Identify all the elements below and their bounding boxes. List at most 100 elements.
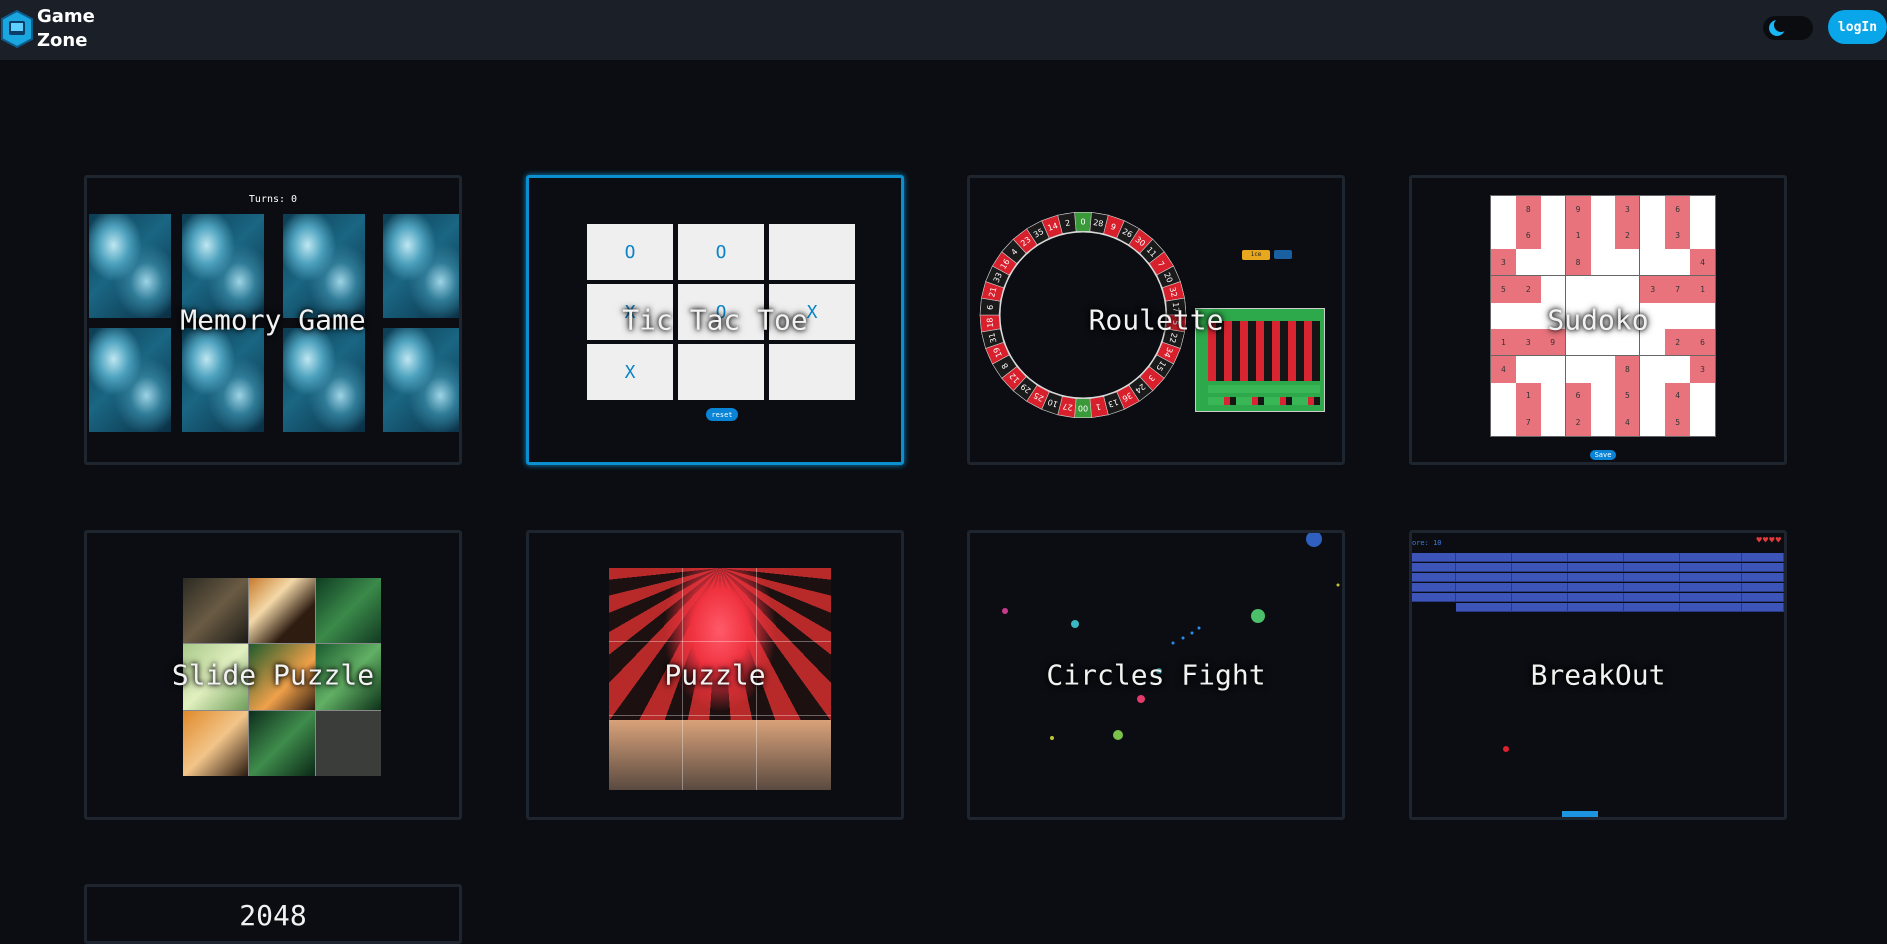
memory-card (182, 328, 264, 432)
breakout-paddle (1562, 811, 1598, 817)
brick (1456, 573, 1512, 582)
sudoku-cell (1541, 276, 1566, 303)
brick (1742, 573, 1784, 582)
wheel-number: 00 (1078, 404, 1088, 413)
sudoku-cell (1640, 409, 1665, 436)
sudoku-cell (1591, 303, 1616, 330)
game-card-slide-puzzle[interactable]: Slide Puzzle (84, 530, 462, 820)
game-card-puzzle[interactable]: Puzzle (526, 530, 904, 820)
sudoku-cell (1541, 382, 1566, 410)
game-card-circles-fight[interactable]: Circles Fight (967, 530, 1345, 820)
breakout-score: ore: 10 (1412, 539, 1442, 547)
sudoku-cell (1541, 409, 1566, 436)
sudoku-cell: 7 (1665, 276, 1691, 303)
sudoku-cell (1591, 409, 1616, 436)
sudoku-cell: 5 (1665, 409, 1691, 436)
brick (1412, 553, 1456, 562)
game-card-breakout[interactable]: ore: 10 ♥♥♥♥ BreakOut (1409, 530, 1787, 820)
sudoku-cell (1640, 329, 1666, 356)
memory-card (89, 328, 171, 432)
roulette-betting-table (1195, 308, 1325, 412)
save-button: Save (1590, 450, 1616, 460)
game-card-tictactoe[interactable]: O O X O X X reset Tic Tac Toe (526, 175, 904, 465)
brick (1512, 603, 1568, 612)
sudoku-cell: 5 (1615, 382, 1641, 410)
game-title: BreakOut (1530, 658, 1666, 692)
sudoku-cell (1566, 303, 1591, 330)
game-card-memory[interactable]: Turns: 0 Memory Game (84, 175, 462, 465)
memory-card (89, 214, 171, 318)
sudoku-cell (1665, 356, 1690, 383)
turns-counter: Turns: 0 (248, 194, 298, 205)
memory-card (383, 328, 459, 432)
sudoku-cell: 2 (1615, 222, 1641, 250)
slide-puzzle-board (183, 578, 381, 776)
brick (1680, 583, 1742, 592)
theme-toggle[interactable] (1763, 16, 1813, 40)
game-card-roulette[interactable]: 0 28 9 26 30 11 7 20 32 17 5 22 34 15 3 24 36 13 1 00 27 10 25… (967, 175, 1345, 465)
brick (1456, 603, 1512, 612)
sudoku-cell (1591, 196, 1616, 223)
brick (1624, 553, 1680, 562)
brick (1512, 573, 1568, 582)
brick (1568, 553, 1624, 562)
sudoku-cell: 2 (1565, 409, 1591, 436)
sudoku-cell: 8 (1615, 356, 1641, 383)
moon-icon (1769, 18, 1787, 36)
top-navbar: Game Zone logIn (0, 0, 1887, 60)
ttt-cell: X (587, 344, 673, 400)
game-card-2048-partial[interactable]: 2048 (84, 884, 462, 944)
brick (1512, 583, 1568, 592)
brick (1680, 603, 1742, 612)
memory-card (383, 214, 459, 318)
sudoku-cell (1640, 303, 1665, 330)
sudoku-cell (1640, 383, 1665, 410)
sudoku-cell: 4 (1665, 382, 1691, 410)
sudoku-cell (1591, 356, 1616, 383)
brick (1680, 563, 1742, 572)
sudoku-cell: 8 (1515, 196, 1541, 223)
brick (1680, 593, 1742, 602)
brick (1624, 593, 1680, 602)
brick (1568, 573, 1624, 582)
brick (1624, 583, 1680, 592)
sudoku-cell (1566, 356, 1591, 383)
game-card-sudoku[interactable]: 89366123384523711392648316547245 Save Su… (1409, 175, 1787, 465)
roulette-wheel: 0 28 9 263011720321752234153243613100271025… (979, 212, 1187, 418)
sudoku-cell: 4 (1690, 249, 1715, 276)
sudoku-cell (1541, 196, 1566, 223)
ttt-cell (769, 344, 855, 400)
ttt-cell (769, 224, 855, 280)
sudoku-cell: 9 (1540, 329, 1566, 356)
brick (1568, 563, 1624, 572)
sudoku-cell: 6 (1690, 329, 1715, 356)
sudoku-cell: 6 (1565, 382, 1591, 410)
brick (1456, 583, 1512, 592)
login-button[interactable]: logIn (1828, 10, 1887, 44)
memory-card (283, 214, 365, 318)
sudoku-cell (1541, 222, 1566, 250)
sudoku-grid: 89366123384523711392648316547245 (1490, 195, 1716, 437)
sudoku-cell (1565, 329, 1591, 356)
sudoku-cell: 9 (1565, 196, 1591, 223)
wheel-number: 5 (1171, 320, 1180, 326)
brick (1456, 593, 1512, 602)
sudoku-cell: 3 (1665, 222, 1691, 250)
site-logo[interactable]: Game Zone (0, 2, 96, 56)
sudoku-cell (1640, 196, 1665, 223)
sudoku-cell: 3 (1491, 249, 1516, 276)
sudoku-cell (1516, 356, 1541, 383)
memory-card (182, 214, 264, 318)
logo-text-line1: Game (37, 6, 95, 27)
reset-button: reset (706, 408, 738, 421)
sudoku-cell: 7 (1515, 409, 1541, 436)
bet-button (1274, 250, 1292, 259)
brick (1512, 563, 1568, 572)
sudoku-cell (1615, 249, 1641, 276)
memory-card (283, 328, 365, 432)
ttt-cell: X (769, 284, 855, 340)
brick (1412, 593, 1456, 602)
ttt-cell: O (678, 284, 764, 340)
brick (1568, 583, 1624, 592)
sudoku-cell (1566, 276, 1591, 303)
